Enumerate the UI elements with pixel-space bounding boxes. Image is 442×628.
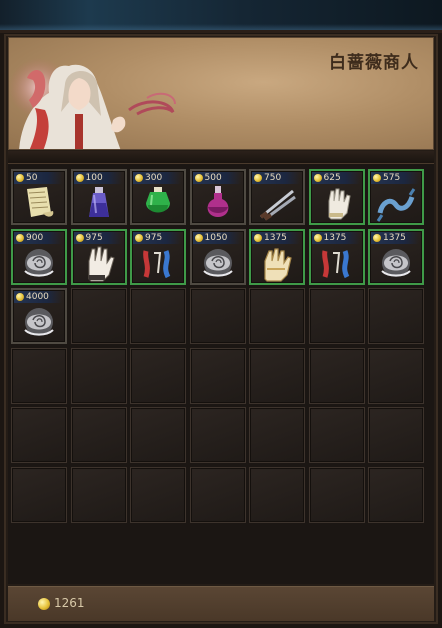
empty-slot[interactable] [70, 288, 127, 344]
purple-potion-icon [207, 186, 228, 217]
gold-coin-icon [135, 174, 143, 182]
gold-coin-icon [194, 174, 203, 182]
empty-slot[interactable] [189, 347, 246, 404]
ribbon-pair-icon [321, 249, 349, 278]
shop-item-slot[interactable]: 1050 [189, 228, 246, 285]
blue-potion-icon [88, 187, 109, 217]
empty-slot[interactable] [308, 288, 365, 344]
gold-coin-icon [254, 174, 262, 182]
empty-slot[interactable] [368, 407, 424, 463]
empty-slot[interactable] [249, 466, 305, 523]
empty-slot[interactable] [130, 288, 186, 344]
gold-coin-icon [313, 233, 322, 242]
empty-slot[interactable] [11, 407, 67, 463]
empty-slot[interactable] [308, 466, 365, 523]
green-potion-icon [146, 187, 170, 213]
empty-slot[interactable] [249, 288, 305, 344]
merchant-portrait [9, 58, 176, 149]
empty-slot[interactable] [130, 407, 186, 463]
shop-item-slot[interactable]: 4000 [11, 288, 67, 344]
shop-item-slot[interactable]: 900 [11, 228, 67, 285]
header-divider [8, 151, 434, 164]
empty-slot[interactable] [130, 466, 186, 523]
shop-grid: 50 100 300 500 750 625 575 900 975 975 1050 1375 137… [8, 164, 434, 584]
scroll-icon [27, 187, 54, 217]
gold-amount: 1261 [54, 596, 85, 610]
empty-slot[interactable] [70, 407, 127, 463]
empty-slot[interactable] [130, 347, 186, 404]
gold-coin-icon [135, 233, 143, 242]
empty-slot[interactable] [11, 466, 67, 523]
empty-slot[interactable] [70, 466, 127, 523]
blue-sash-icon [376, 188, 416, 222]
shop-item-slot[interactable]: 750 [249, 169, 305, 225]
empty-slot[interactable] [249, 347, 305, 404]
empty-slot[interactable] [308, 347, 365, 404]
empty-slot[interactable] [70, 347, 127, 404]
gold-footer: 1261 [8, 586, 434, 621]
silver-rose-icon [381, 248, 411, 277]
shop-item-slot[interactable]: 975 [70, 228, 127, 285]
shop-item-slot[interactable]: 625 [308, 169, 365, 225]
ribbon-pair-icon [143, 249, 171, 278]
empty-slot[interactable] [189, 288, 246, 344]
shop-item-slot[interactable]: 500 [189, 169, 246, 225]
shop-item-slot[interactable]: 1375 [368, 228, 424, 285]
gold-coin-icon [16, 233, 24, 242]
empty-slot[interactable] [368, 288, 424, 344]
gold-coin-icon [75, 233, 84, 242]
shop-item-slot[interactable]: 975 [130, 228, 186, 285]
empty-slot[interactable] [308, 407, 365, 463]
gold-coin-icon [373, 233, 381, 242]
gold-coin-icon [16, 174, 24, 182]
shop-item-slot[interactable]: 300 [130, 169, 186, 225]
shop-item-slot[interactable]: 100 [70, 169, 127, 225]
gold-coin-icon [16, 293, 24, 301]
gold-coin-icon [313, 174, 322, 182]
empty-slot[interactable] [189, 407, 246, 463]
empty-slot[interactable] [11, 347, 67, 404]
empty-slot[interactable] [368, 347, 424, 404]
gold-coin-icon [38, 598, 50, 610]
top-banner-strip [0, 0, 442, 33]
merchant-header: 白蔷薇商人 [8, 37, 434, 150]
shop-item-slot[interactable]: 50 [11, 169, 67, 225]
gold-coin-icon [194, 233, 203, 242]
shop-item-slot[interactable]: 1375 [249, 228, 305, 285]
gold-gauntlet-icon [264, 247, 292, 282]
white-glove-icon [328, 188, 351, 220]
gold-coin-icon [75, 174, 84, 182]
dark-glove-icon [88, 246, 115, 281]
empty-slot[interactable] [368, 466, 424, 523]
gold-coin-icon [254, 233, 262, 242]
gold-coin-icon [373, 174, 381, 182]
empty-slot[interactable] [189, 466, 246, 523]
silver-rose-icon [24, 248, 54, 277]
silver-rose-icon [202, 248, 233, 277]
shop-item-slot[interactable]: 1375 [308, 228, 365, 285]
empty-slot[interactable] [249, 407, 305, 463]
twin-blades-icon [259, 189, 296, 221]
merchant-name: 白蔷薇商人 [329, 53, 419, 73]
silver-rose-icon [24, 308, 54, 336]
shop-item-slot[interactable]: 575 [368, 169, 424, 225]
